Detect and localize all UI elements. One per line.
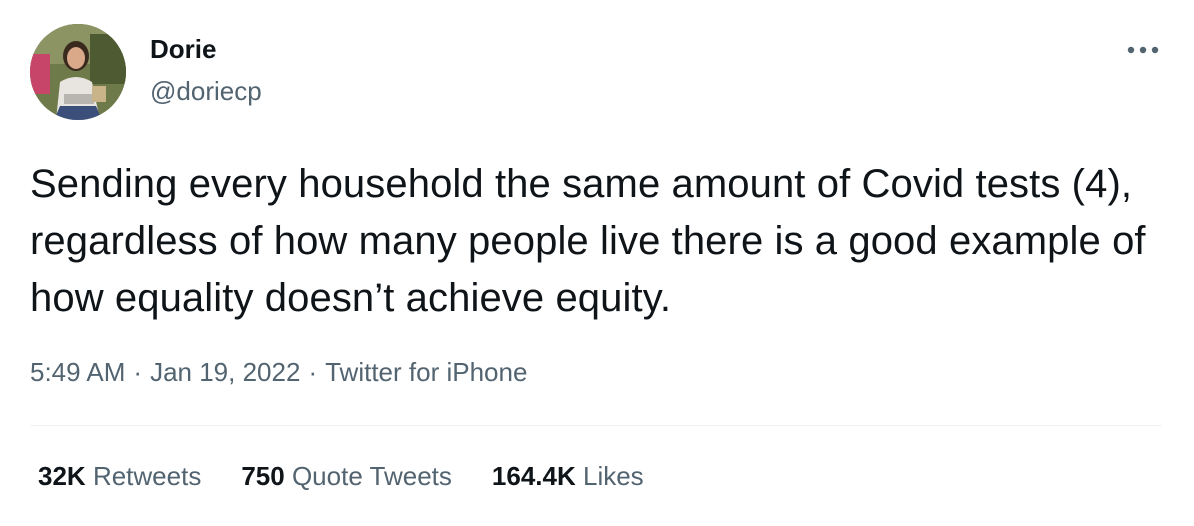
tweet-card: Dorie @doriecp Sending every household t… [0,0,1194,526]
more-options-button[interactable] [1118,30,1168,70]
more-dots-icon [1127,46,1159,54]
quote-tweets-label: Quote Tweets [291,461,452,491]
author-name[interactable]: Dorie [150,34,216,64]
retweets-stat[interactable]: 32K Retweets [38,460,201,492]
author-avatar[interactable] [30,24,126,120]
divider [30,425,1162,426]
meta-separator: · [308,357,318,387]
quote-tweets-stat[interactable]: 750 Quote Tweets [241,460,452,492]
meta-separator: · [133,357,143,387]
likes-label: Likes [582,461,644,491]
user-avatar-photo-icon [30,24,126,120]
author-handle[interactable]: @doriecp [150,76,262,106]
tweet-stats: 32K Retweets 750 Quote Tweets 164.4K Lik… [38,460,684,492]
tweet-date[interactable]: Jan 19, 2022 [150,357,300,387]
tweet-time[interactable]: 5:49 AM [30,357,125,387]
retweets-count: 32K [38,461,86,491]
likes-stat[interactable]: 164.4K Likes [492,460,644,492]
tweet-source[interactable]: Twitter for iPhone [325,357,527,387]
retweets-label: Retweets [92,461,202,491]
tweet-meta: 5:49 AM · Jan 19, 2022 · Twitter for iPhone [30,356,527,388]
quote-tweets-count: 750 [241,461,285,491]
tweet-text: Sending every household the same amount … [30,162,1146,320]
likes-count: 164.4K [491,461,576,491]
